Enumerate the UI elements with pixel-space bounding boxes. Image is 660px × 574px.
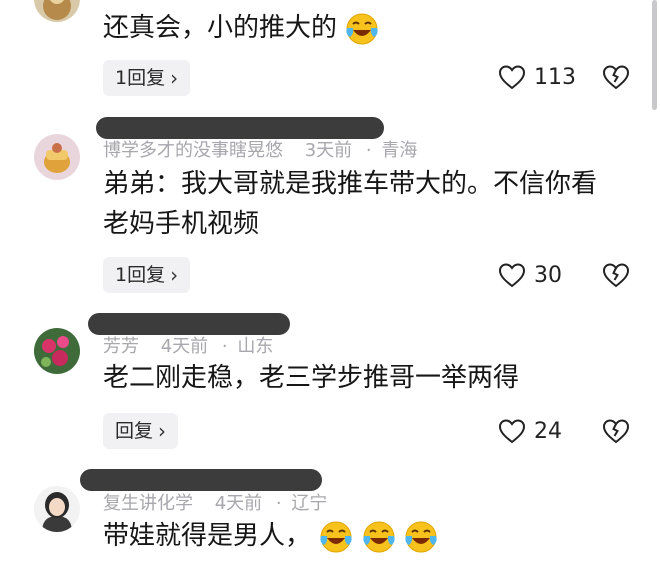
like-count: 113 — [534, 64, 576, 90]
broken-heart-icon — [602, 419, 630, 444]
like-button[interactable]: 113 — [498, 64, 576, 90]
comment-location: 辽宁 — [291, 493, 328, 514]
reply-label: 1回复 — [115, 67, 166, 89]
comment-text: 带娃就得是男人， — [103, 516, 438, 556]
comment-meta: 芳芳 4天前 · 山东 — [103, 332, 273, 358]
laughing-crying-emoji-icon — [346, 13, 378, 44]
like-count: 24 — [534, 418, 562, 444]
heart-icon — [498, 65, 526, 90]
comment-text: 还真会，小的推大的 — [103, 8, 379, 48]
username[interactable]: 复生讲化学 — [103, 493, 193, 514]
dislike-button[interactable] — [602, 262, 630, 292]
broken-heart-icon — [602, 263, 630, 288]
dislike-button[interactable] — [602, 64, 630, 94]
redaction-bar — [80, 469, 322, 491]
comment-text: 老二刚走稳，老三学步推哥一举两得 — [103, 363, 520, 393]
avatar[interactable] — [34, 486, 80, 532]
laughing-crying-emoji-icon — [320, 521, 352, 552]
reply-button[interactable]: 1回复 › — [103, 60, 191, 96]
comment-location: 山东 — [237, 336, 274, 357]
dislike-button[interactable] — [602, 418, 630, 448]
chevron-right-icon: › — [170, 66, 179, 90]
separator: · — [221, 336, 228, 357]
comment-meta: 博学多才的没事瞎晃悠 3天前 · 青海 — [103, 136, 417, 162]
scrollbar[interactable] — [652, 0, 657, 110]
laughing-crying-emoji-icon — [362, 521, 395, 552]
redaction-bar — [96, 117, 384, 139]
comment-time: 4天前 — [160, 336, 209, 357]
heart-icon — [498, 263, 526, 288]
like-count: 30 — [534, 262, 562, 288]
reply-button[interactable]: 1回复 › — [103, 257, 191, 293]
separator: · — [275, 493, 282, 514]
username[interactable]: 博学多才的没事瞎晃悠 — [103, 140, 283, 161]
username[interactable]: 芳芳 — [103, 336, 139, 357]
broken-heart-icon — [602, 65, 630, 90]
heart-icon — [498, 419, 526, 444]
like-button[interactable]: 30 — [498, 262, 562, 288]
comment-text: 弟弟：我大哥就是我推车带大的。不信你看 老妈手机视频 — [103, 169, 598, 239]
avatar[interactable] — [34, 134, 80, 180]
reply-label: 回复 — [115, 420, 154, 442]
chevron-right-icon: › — [170, 263, 179, 287]
chevron-right-icon: › — [158, 419, 167, 443]
avatar[interactable] — [34, 328, 80, 374]
reply-label: 1回复 — [115, 264, 166, 286]
comment-meta: 复生讲化学 4天前 · 辽宁 — [103, 489, 327, 515]
redaction-bar — [88, 313, 290, 335]
comment-time: 4天前 — [214, 493, 263, 514]
comment-location: 青海 — [381, 140, 418, 161]
laughing-crying-emoji-icon — [405, 521, 437, 552]
like-button[interactable]: 24 — [498, 418, 562, 444]
comment-time: 3天前 — [304, 140, 353, 161]
separator: · — [365, 140, 372, 161]
reply-button[interactable]: 回复 › — [103, 413, 179, 449]
avatar[interactable] — [34, 0, 80, 22]
